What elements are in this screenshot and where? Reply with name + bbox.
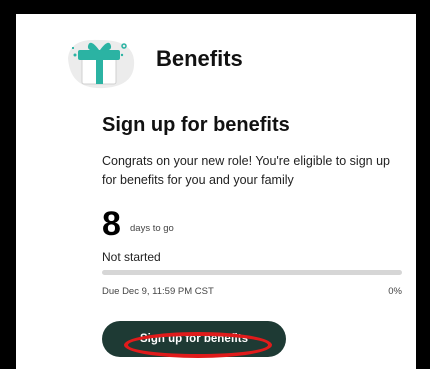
- benefits-card: Benefits Sign up for benefits Congrats o…: [16, 14, 416, 369]
- card-header: Benefits: [16, 14, 416, 104]
- window-frame: Benefits Sign up for benefits Congrats o…: [0, 0, 430, 369]
- gift-icon: [60, 28, 140, 92]
- progress-bar: [102, 270, 402, 275]
- days-remaining-label: days to go: [130, 223, 174, 234]
- sign-up-button-label: Sign up for benefits: [140, 333, 248, 345]
- due-date: Due Dec 9, 11:59 PM CST: [102, 286, 214, 297]
- status-text: Not started: [102, 250, 161, 264]
- sign-up-for-benefits-button[interactable]: Sign up for benefits: [102, 321, 286, 357]
- progress-percent: 0%: [388, 286, 402, 297]
- task-description: Congrats on your new role! You're eligib…: [102, 154, 390, 187]
- page-title: Benefits: [156, 46, 243, 71]
- days-remaining-count: 8: [102, 205, 121, 243]
- task-heading: Sign up for benefits: [102, 114, 290, 136]
